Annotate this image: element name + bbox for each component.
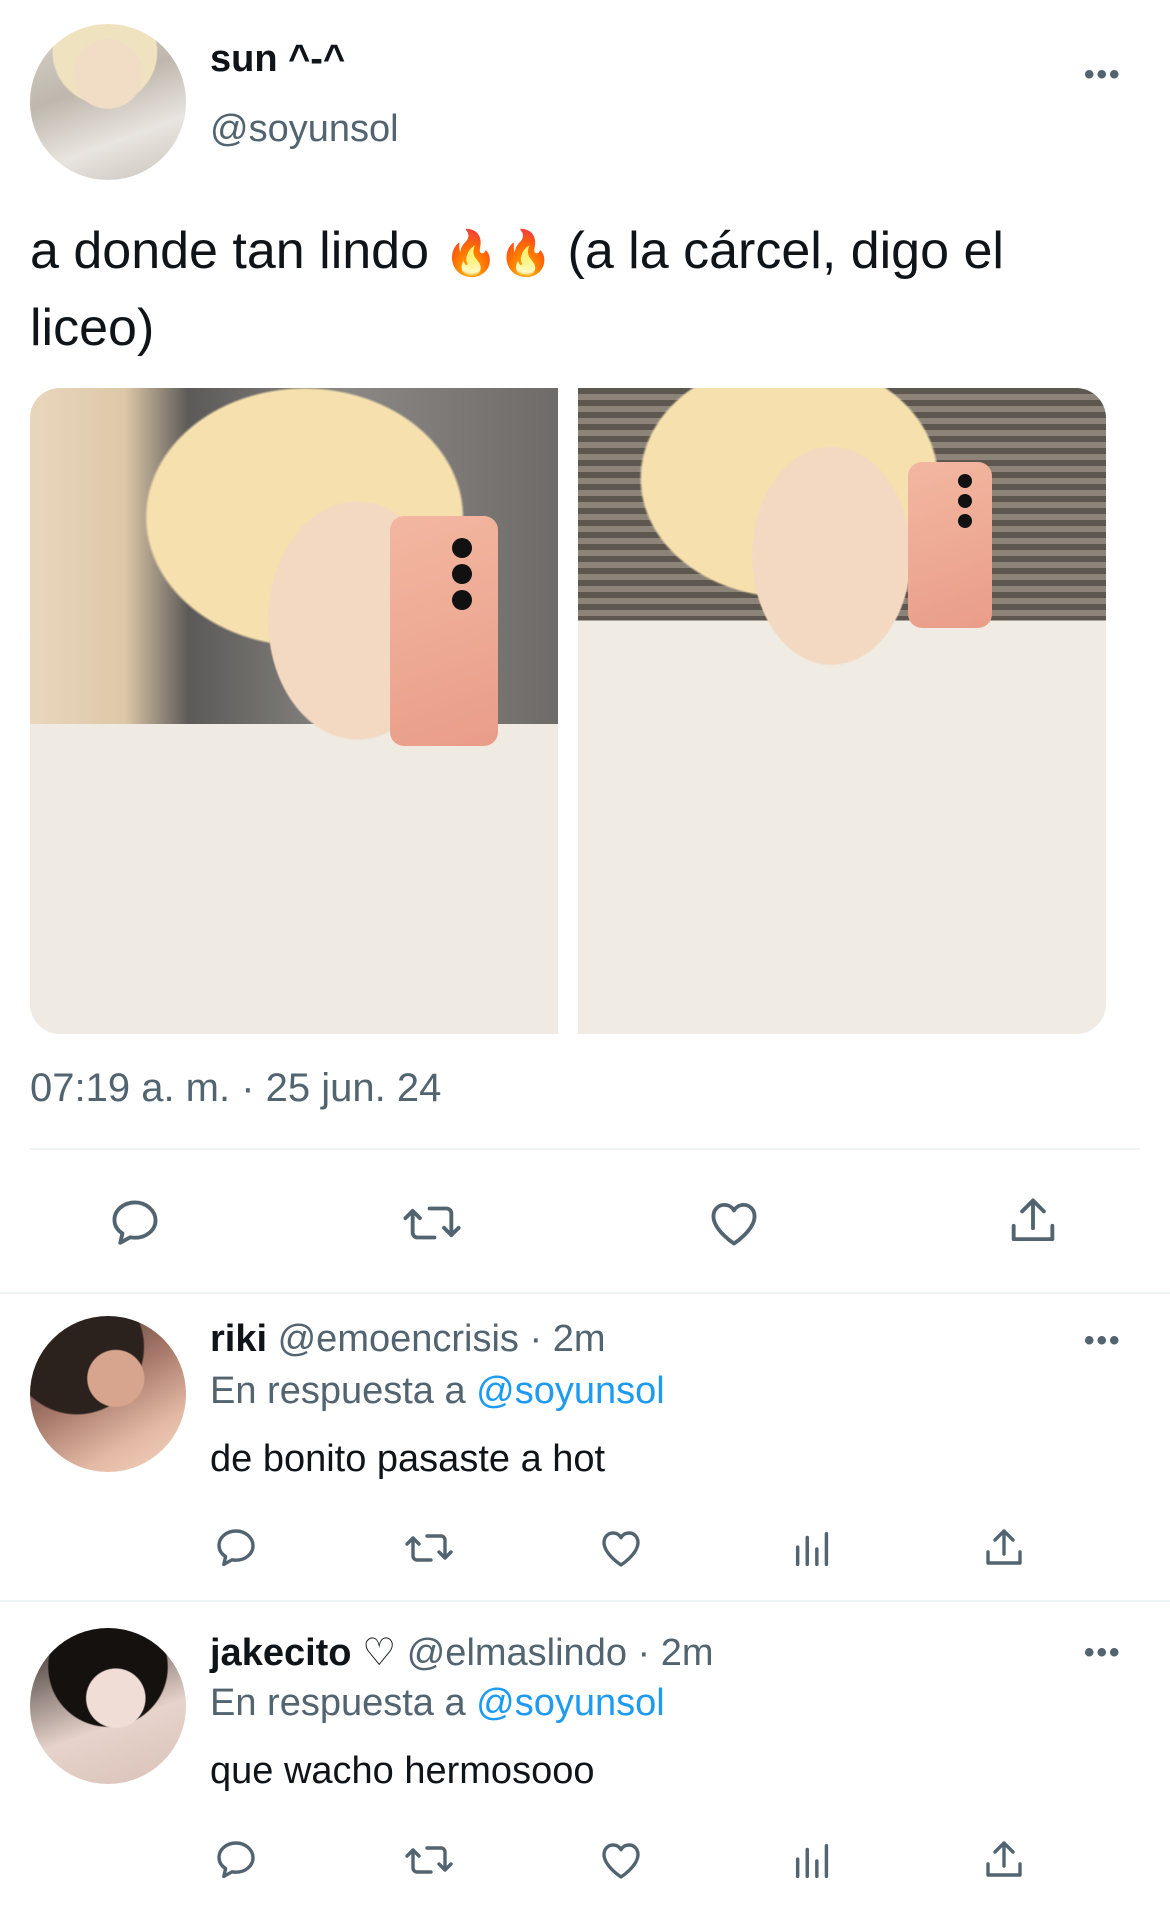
reply-context-prefix: En respuesta a [210,1370,466,1412]
reply-context-mention[interactable]: @soyunsol [476,1370,665,1412]
heart-icon[interactable] [596,1836,646,1884]
reply-icon[interactable] [212,1836,260,1884]
reply-context-prefix: En respuesta a [210,1682,466,1724]
divider [30,1148,1140,1150]
heart-badge-icon: ♡ [362,1632,397,1674]
tweet-photo-2[interactable] [578,388,1106,1034]
reply-handle[interactable]: @elmaslindo [407,1632,627,1674]
heart-icon[interactable] [596,1524,646,1572]
reply-header: riki @emoencrisis · 2m [210,1318,605,1361]
reply-avatar[interactable] [30,1316,186,1472]
share-icon[interactable] [980,1524,1028,1572]
reply-time: · 2m [637,1632,714,1674]
reply-text: de bonito pasaste a hot [210,1438,606,1480]
share-icon[interactable] [980,1836,1028,1884]
author-display-name[interactable]: sun ^-^ [210,38,345,81]
reply-avatar[interactable] [30,1628,186,1784]
retweet-icon[interactable] [402,1836,456,1884]
author-avatar[interactable] [30,24,186,180]
phone-in-photo [908,462,992,628]
fire-emoji: 🔥🔥 [443,229,554,278]
reply-context: En respuesta a @soyunsol [210,1370,665,1413]
heart-icon[interactable] [704,1194,764,1252]
reply-display-name[interactable]: riki [210,1318,267,1360]
retweet-icon[interactable] [400,1194,464,1252]
tweet-photo-1[interactable] [30,388,558,1034]
views-icon[interactable] [790,1838,836,1884]
divider [0,1292,1170,1294]
reply-header: jakecito ♡ @elmaslindo · 2m [210,1630,714,1675]
reply-time: · 2m [529,1318,606,1360]
reply-context: En respuesta a @soyunsol [210,1682,665,1725]
reply-icon[interactable] [106,1194,164,1252]
reply-icon[interactable] [212,1524,260,1572]
tweet-text: a donde tan lindo 🔥🔥 (a la cárcel, digo … [30,214,1140,365]
phone-in-photo [390,516,498,746]
reply-handle[interactable]: @emoencrisis [278,1318,519,1360]
tweet-timestamp[interactable]: 07:19 a. m. · 25 jun. 24 [30,1066,441,1111]
tweet-text-start: a donde tan lindo [30,222,430,280]
author-handle[interactable]: @soyunsol [210,108,399,151]
more-options-icon[interactable]: ••• [1084,58,1122,92]
reply-text: que wacho hermosooo [210,1750,595,1792]
share-icon[interactable] [1004,1192,1062,1250]
reply-display-name[interactable]: jakecito [210,1632,352,1674]
more-options-icon[interactable]: ••• [1084,1324,1122,1358]
more-options-icon[interactable]: ••• [1084,1636,1122,1670]
divider [0,1600,1170,1602]
retweet-icon[interactable] [402,1524,456,1572]
views-icon[interactable] [790,1526,836,1572]
reply-context-mention[interactable]: @soyunsol [476,1682,665,1724]
